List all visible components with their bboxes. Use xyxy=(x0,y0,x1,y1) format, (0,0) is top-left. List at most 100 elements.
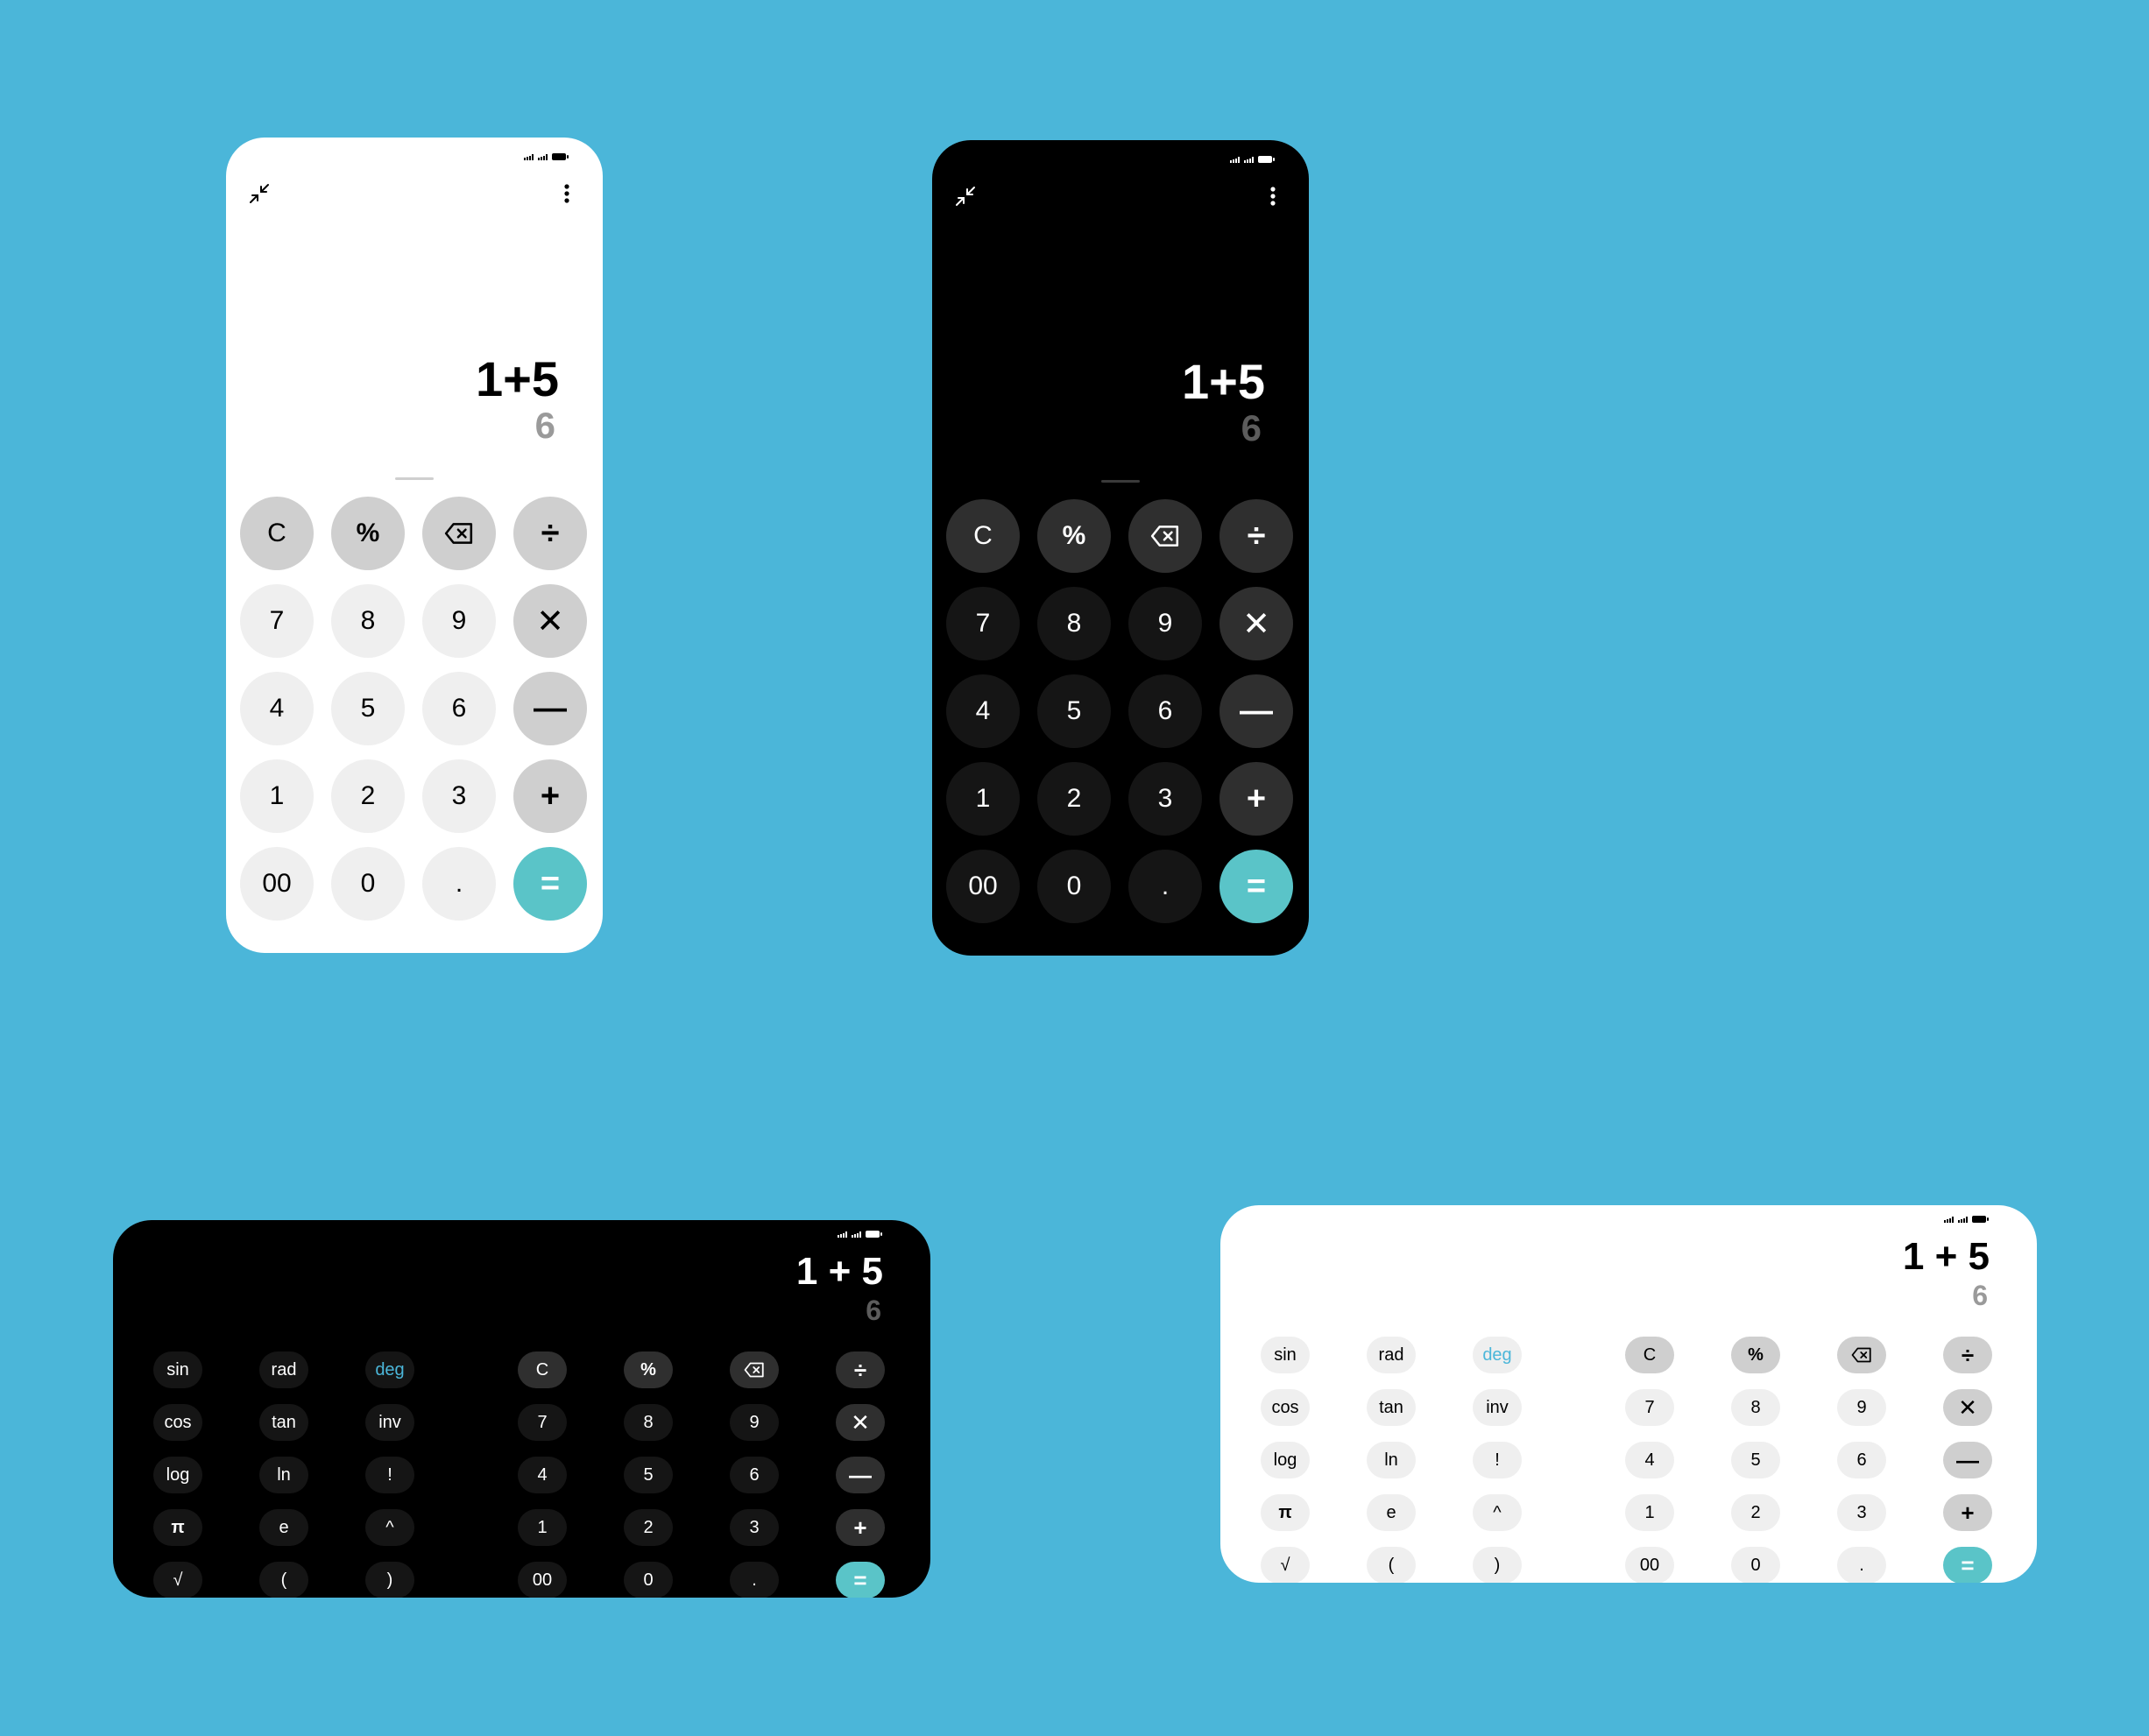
key-pi[interactable]: π xyxy=(1261,1494,1310,1531)
key-1[interactable]: 1 xyxy=(1625,1494,1674,1531)
key-cos[interactable]: cos xyxy=(1261,1389,1310,1426)
key-7[interactable]: 7 xyxy=(240,584,314,658)
key-1[interactable]: 1 xyxy=(240,759,314,833)
drag-handle[interactable] xyxy=(395,477,434,480)
backspace-key[interactable] xyxy=(1837,1337,1886,1373)
key-1[interactable]: 1 xyxy=(946,762,1020,836)
key-7[interactable]: 7 xyxy=(1625,1389,1674,1426)
key-clear[interactable]: C xyxy=(518,1351,567,1388)
key-5[interactable]: 5 xyxy=(331,672,405,745)
key-log[interactable]: log xyxy=(153,1457,202,1493)
key-2[interactable]: 2 xyxy=(331,759,405,833)
key-equals[interactable]: = xyxy=(513,847,587,921)
key-8[interactable]: 8 xyxy=(331,584,405,658)
key-1[interactable]: 1 xyxy=(518,1509,567,1546)
key-close-paren[interactable]: ) xyxy=(1473,1547,1522,1583)
key-7[interactable]: 7 xyxy=(946,587,1020,660)
key-open-paren[interactable]: ( xyxy=(1367,1547,1416,1583)
key-clear[interactable]: C xyxy=(240,497,314,570)
key-0[interactable]: 0 xyxy=(1037,850,1111,923)
key-log[interactable]: log xyxy=(1261,1442,1310,1478)
key-divide[interactable]: ÷ xyxy=(513,497,587,570)
key-8[interactable]: 8 xyxy=(624,1404,673,1441)
drag-handle[interactable] xyxy=(1101,480,1140,483)
key-9[interactable]: 9 xyxy=(1837,1389,1886,1426)
key-percent[interactable]: % xyxy=(1731,1337,1780,1373)
key-multiply[interactable]: ✕ xyxy=(1219,587,1293,660)
key-5[interactable]: 5 xyxy=(1731,1442,1780,1478)
key-rad[interactable]: rad xyxy=(259,1351,308,1388)
key-0[interactable]: 0 xyxy=(331,847,405,921)
key-0[interactable]: 0 xyxy=(1731,1547,1780,1583)
key-rad[interactable]: rad xyxy=(1367,1337,1416,1373)
key-6[interactable]: 6 xyxy=(422,672,496,745)
collapse-icon[interactable] xyxy=(242,176,277,211)
key-clear[interactable]: C xyxy=(1625,1337,1674,1373)
key-add[interactable]: + xyxy=(1219,762,1293,836)
key-divide[interactable]: ÷ xyxy=(836,1351,885,1388)
backspace-key[interactable] xyxy=(422,497,496,570)
key-double-zero[interactable]: 00 xyxy=(1625,1547,1674,1583)
key-close-paren[interactable]: ) xyxy=(365,1562,414,1598)
key-double-zero[interactable]: 00 xyxy=(946,850,1020,923)
key-7[interactable]: 7 xyxy=(518,1404,567,1441)
key-3[interactable]: 3 xyxy=(1837,1494,1886,1531)
key-equals[interactable]: = xyxy=(1219,850,1293,923)
key-deg[interactable]: deg xyxy=(365,1351,414,1388)
key-subtract[interactable]: — xyxy=(1943,1442,1992,1478)
key-4[interactable]: 4 xyxy=(1625,1442,1674,1478)
key-equals[interactable]: = xyxy=(1943,1547,1992,1583)
key-subtract[interactable]: — xyxy=(836,1457,885,1493)
key-add[interactable]: + xyxy=(836,1509,885,1546)
key-decimal[interactable]: . xyxy=(1837,1547,1886,1583)
key-pi[interactable]: π xyxy=(153,1509,202,1546)
key-multiply[interactable]: ✕ xyxy=(836,1404,885,1441)
key-double-zero[interactable]: 00 xyxy=(240,847,314,921)
key-decimal[interactable]: . xyxy=(730,1562,779,1598)
key-tan[interactable]: tan xyxy=(1367,1389,1416,1426)
key-sin[interactable]: sin xyxy=(1261,1337,1310,1373)
key-equals[interactable]: = xyxy=(836,1562,885,1598)
key-multiply[interactable]: ✕ xyxy=(513,584,587,658)
key-factorial[interactable]: ! xyxy=(1473,1442,1522,1478)
key-percent[interactable]: % xyxy=(624,1351,673,1388)
collapse-icon[interactable] xyxy=(948,179,983,214)
key-subtract[interactable]: — xyxy=(1219,674,1293,748)
backspace-key[interactable] xyxy=(1128,499,1202,573)
key-percent[interactable]: % xyxy=(1037,499,1111,573)
key-sin[interactable]: sin xyxy=(153,1351,202,1388)
more-vert-icon[interactable] xyxy=(554,176,580,211)
key-e[interactable]: e xyxy=(1367,1494,1416,1531)
key-6[interactable]: 6 xyxy=(1128,674,1202,748)
key-open-paren[interactable]: ( xyxy=(259,1562,308,1598)
key-percent[interactable]: % xyxy=(331,497,405,570)
key-decimal[interactable]: . xyxy=(422,847,496,921)
key-9[interactable]: 9 xyxy=(422,584,496,658)
key-sqrt[interactable]: √ xyxy=(1261,1547,1310,1583)
key-2[interactable]: 2 xyxy=(624,1509,673,1546)
key-0[interactable]: 0 xyxy=(624,1562,673,1598)
key-2[interactable]: 2 xyxy=(1731,1494,1780,1531)
key-decimal[interactable]: . xyxy=(1128,850,1202,923)
key-inv[interactable]: inv xyxy=(1473,1389,1522,1426)
key-inv[interactable]: inv xyxy=(365,1404,414,1441)
key-subtract[interactable]: — xyxy=(513,672,587,745)
key-3[interactable]: 3 xyxy=(422,759,496,833)
key-divide[interactable]: ÷ xyxy=(1219,499,1293,573)
key-tan[interactable]: tan xyxy=(259,1404,308,1441)
key-4[interactable]: 4 xyxy=(240,672,314,745)
key-9[interactable]: 9 xyxy=(730,1404,779,1441)
key-8[interactable]: 8 xyxy=(1731,1389,1780,1426)
key-6[interactable]: 6 xyxy=(1837,1442,1886,1478)
key-4[interactable]: 4 xyxy=(946,674,1020,748)
key-5[interactable]: 5 xyxy=(1037,674,1111,748)
key-power[interactable]: ^ xyxy=(365,1509,414,1546)
key-add[interactable]: + xyxy=(513,759,587,833)
key-add[interactable]: + xyxy=(1943,1494,1992,1531)
key-deg[interactable]: deg xyxy=(1473,1337,1522,1373)
key-8[interactable]: 8 xyxy=(1037,587,1111,660)
key-e[interactable]: e xyxy=(259,1509,308,1546)
key-divide[interactable]: ÷ xyxy=(1943,1337,1992,1373)
key-sqrt[interactable]: √ xyxy=(153,1562,202,1598)
key-3[interactable]: 3 xyxy=(1128,762,1202,836)
